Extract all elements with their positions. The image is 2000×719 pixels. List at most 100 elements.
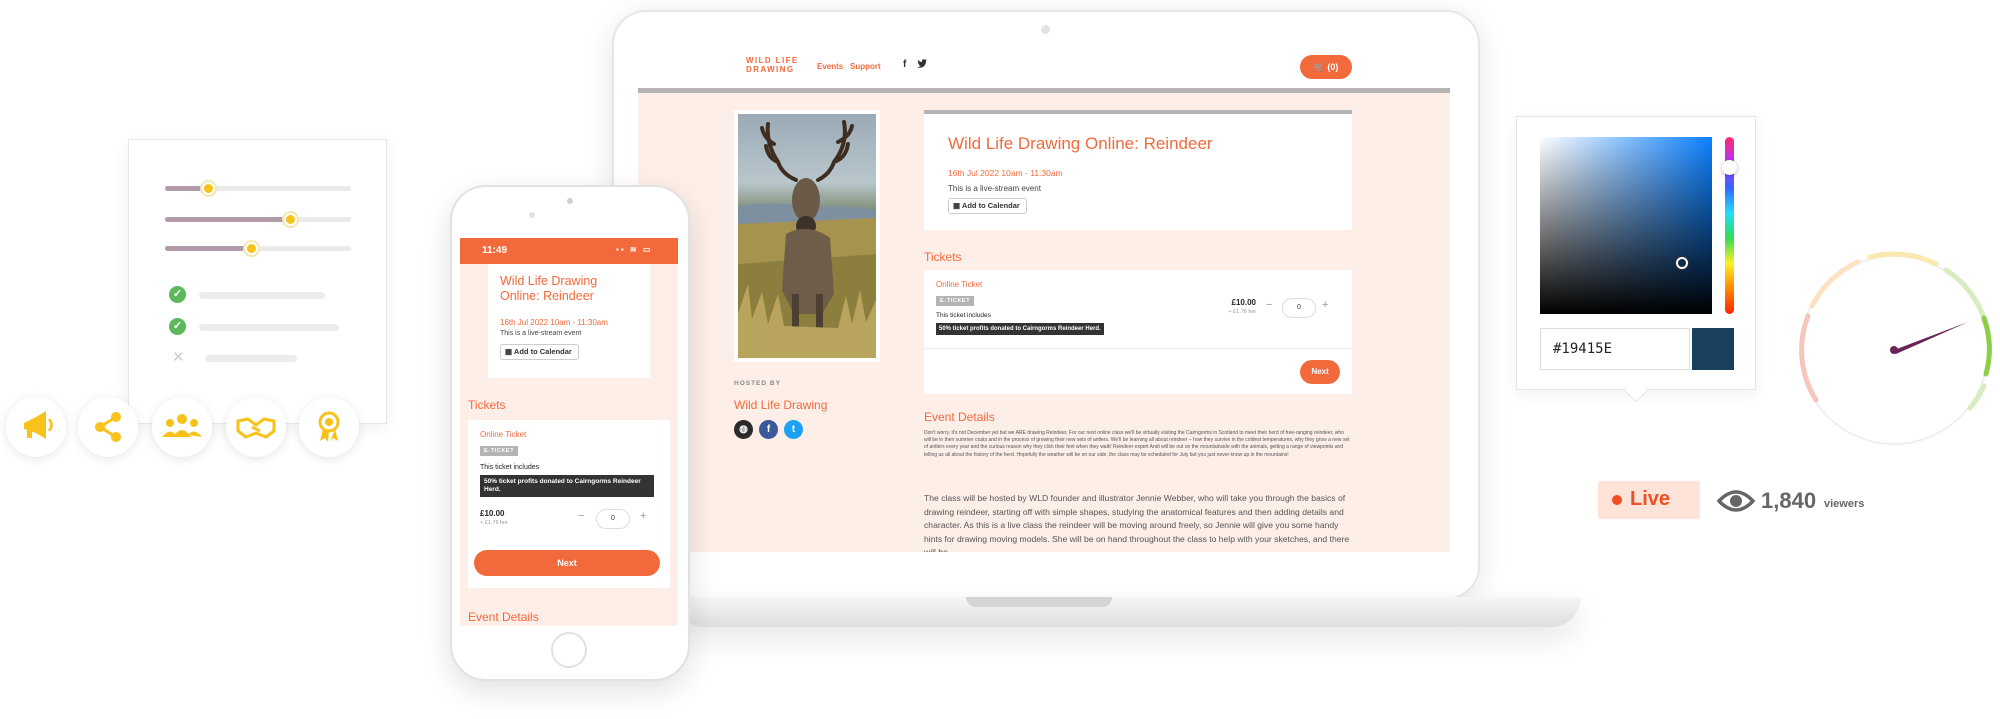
- mobile-event-card: Wild Life Drawing Online: Reindeer 16th …: [488, 264, 650, 378]
- phone-camera: [567, 198, 573, 204]
- logo-line: DRAWING: [746, 65, 795, 74]
- color-swatch: [1692, 328, 1734, 370]
- ticket-includes-label: This ticket includes: [480, 464, 540, 471]
- event-date: 16th Jul 2022 10am - 11:30am: [948, 168, 1063, 178]
- ticket-includes-label: This ticket includes: [936, 312, 991, 319]
- event-title: Wild Life Drawing Online: Reindeer: [500, 274, 598, 303]
- site-header: WILD LIFE DRAWING Events Support f 🛒 (0): [638, 46, 1450, 88]
- ticket-divider: [924, 348, 1352, 349]
- ticket-price: £10.00: [1231, 298, 1256, 307]
- cart-button[interactable]: 🛒 (0): [1300, 55, 1352, 79]
- handshake-icon: [226, 397, 286, 457]
- laptop-camera: [1041, 25, 1050, 34]
- event-details-heading: Event Details: [468, 610, 539, 624]
- megaphone-icon: [6, 397, 66, 457]
- twitter-icon[interactable]: t: [784, 420, 803, 439]
- placeholder-bar: [199, 292, 325, 299]
- twitter-icon[interactable]: [917, 59, 927, 71]
- quantity-increment-button[interactable]: +: [1322, 299, 1328, 311]
- placeholder-bar: [199, 324, 339, 331]
- next-button[interactable]: Next: [474, 550, 660, 576]
- eye-icon: [1716, 489, 1756, 518]
- header-divider: [638, 88, 1450, 93]
- live-indicator-icon: [1612, 495, 1622, 505]
- ticket-card: Online Ticket E-TICKET This ticket inclu…: [924, 270, 1352, 394]
- slider-knob[interactable]: [202, 182, 215, 195]
- cart-icon: 🛒: [1313, 62, 1325, 72]
- ticket-type-badge: E-TICKET: [480, 446, 519, 456]
- event-title: Wild Life Drawing Online: Reindeer: [948, 134, 1213, 153]
- ticket-donation-note: 50% ticket profits donated to Cairngorms…: [936, 323, 1104, 335]
- ticket-name: Online Ticket: [480, 430, 527, 439]
- cart-count: (0): [1327, 62, 1339, 72]
- event-image-frame: [734, 110, 880, 362]
- event-description-intro: Don't worry, it's not December yet but w…: [924, 430, 1350, 458]
- hex-input[interactable]: #19415E: [1540, 328, 1690, 370]
- laptop-base: [675, 597, 1581, 627]
- live-stream-note: This is a live-stream event: [948, 184, 1041, 193]
- group-icon: [152, 397, 212, 457]
- quantity-input[interactable]: 0: [596, 509, 630, 529]
- slider-knob[interactable]: [245, 242, 258, 255]
- live-label: Live: [1630, 488, 1671, 510]
- next-button[interactable]: Next: [1300, 360, 1340, 384]
- viewers-label: viewers: [1824, 498, 1865, 510]
- site-logo[interactable]: WILD LIFE DRAWING: [746, 56, 799, 74]
- desktop-event-page: WILD LIFE DRAWING Events Support f 🛒 (0): [638, 46, 1450, 552]
- ticket-name: Online Ticket: [936, 280, 983, 289]
- quantity-decrement-button[interactable]: −: [578, 510, 584, 522]
- saturation-cursor[interactable]: [1676, 257, 1688, 269]
- slider-knob[interactable]: [284, 213, 297, 226]
- quantity-decrement-button[interactable]: −: [1266, 299, 1272, 311]
- check-icon: ✓: [169, 286, 186, 303]
- status-time: 11:49: [482, 245, 508, 256]
- event-summary-card: Wild Life Drawing Online: Reindeer 16th …: [924, 110, 1352, 230]
- viewers-count: 1,840: [1761, 488, 1817, 513]
- share-icon: [78, 397, 138, 457]
- ticket-price: £10.00: [480, 509, 505, 518]
- speed-gauge: [1788, 244, 2000, 456]
- add-to-calendar-label: Add to Calendar: [961, 201, 1020, 210]
- cross-icon: ✕: [172, 349, 185, 366]
- facebook-icon[interactable]: f: [903, 59, 906, 70]
- ticket-fee: + £1.76 fee: [480, 520, 508, 526]
- nav-events[interactable]: Events: [817, 62, 843, 71]
- ticket-donation-note: 50% ticket profits donated to Cairngorms…: [480, 475, 654, 497]
- add-to-calendar-label: Add to Calendar: [513, 347, 572, 356]
- tickets-heading: Tickets: [924, 250, 962, 264]
- add-to-calendar-button[interactable]: ▦ Add to Calendar: [948, 198, 1027, 214]
- facebook-icon[interactable]: f: [759, 420, 778, 439]
- placeholder-bar: [205, 355, 297, 362]
- quantity-increment-button[interactable]: +: [640, 510, 646, 522]
- signal-wifi-battery-icon: ▪▪ ≋ ▭: [616, 245, 653, 254]
- calendar-icon: ▦: [953, 201, 961, 210]
- live-badge: Live: [1598, 481, 1700, 519]
- nav-support[interactable]: Support: [850, 62, 881, 71]
- mobile-event-page: 11:49 ▪▪ ≋ ▭ Wild Life Drawing Online: R…: [460, 238, 678, 626]
- phone-sensor: [529, 212, 535, 218]
- marketing-composite: ✓ ✓ ✕ WILD LIFE DRAWING Events Support f: [0, 0, 2000, 719]
- hosted-by-label: HOSTED BY: [734, 380, 781, 387]
- event-date: 16th Jul 2022 10am - 11:30am: [500, 318, 608, 327]
- host-name-link[interactable]: Wild Life Drawing: [734, 398, 827, 412]
- globe-icon[interactable]: ◍: [734, 420, 753, 439]
- add-to-calendar-button[interactable]: ▦ Add to Calendar: [500, 344, 579, 360]
- saturation-area[interactable]: [1540, 137, 1712, 314]
- hue-knob[interactable]: [1722, 160, 1737, 175]
- quantity-input[interactable]: 0: [1282, 298, 1316, 318]
- ticket-fee: + £1.76 fee: [1228, 309, 1256, 315]
- ticket-card: Online Ticket E-TICKET This ticket inclu…: [468, 420, 670, 588]
- mobile-status-bar: 11:49 ▪▪ ≋ ▭: [460, 238, 678, 264]
- reindeer-photo: [738, 114, 876, 358]
- phone-home-button: [551, 632, 587, 668]
- award-icon: [299, 397, 359, 457]
- event-details-heading: Event Details: [924, 410, 995, 424]
- logo-line: WILD LIFE: [746, 56, 799, 65]
- settings-card: ✓ ✓ ✕: [128, 139, 387, 424]
- tickets-heading: Tickets: [468, 398, 506, 412]
- laptop-notch: [966, 597, 1112, 607]
- slider-fill: [165, 246, 251, 251]
- check-icon: ✓: [169, 318, 186, 335]
- calendar-icon: ▦: [505, 347, 513, 356]
- ticket-type-badge: E-TICKET: [936, 296, 975, 306]
